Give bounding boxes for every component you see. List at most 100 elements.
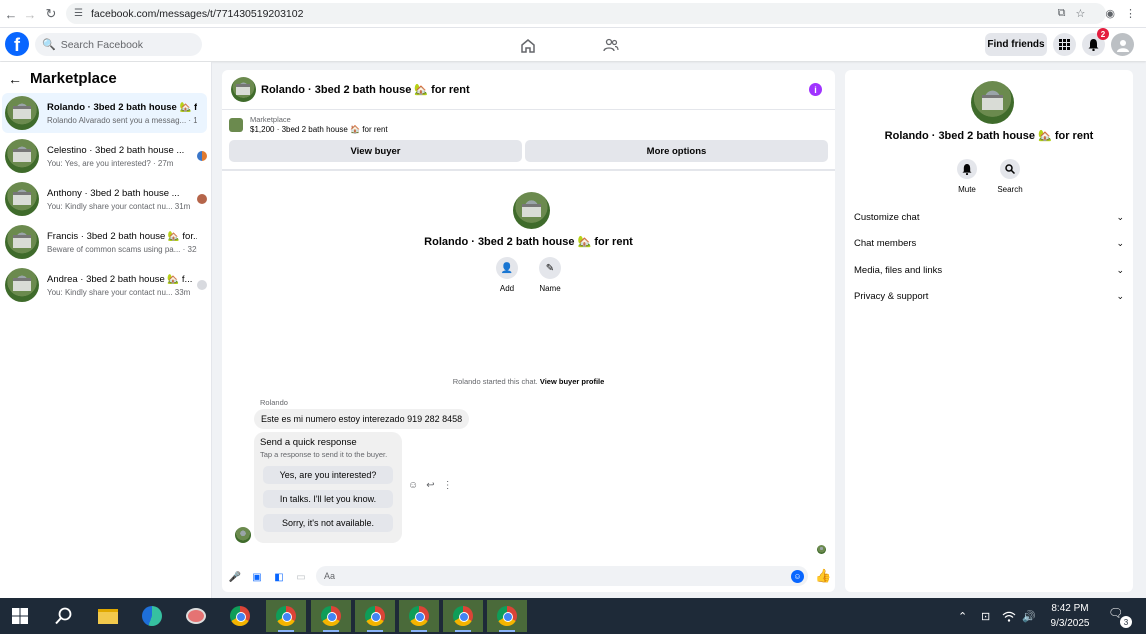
profile-icon[interactable]: ◉ bbox=[1105, 7, 1115, 20]
conversation-item[interactable]: Andrea · 3bed 2 bath house 🏡 f... You: K… bbox=[2, 265, 207, 305]
buyer-avatar-icon bbox=[197, 280, 207, 290]
edit-name-action[interactable]: ✎ Name bbox=[535, 257, 565, 293]
chat-title[interactable]: Rolando · 3bed 2 bath house 🏡 for rent bbox=[261, 83, 470, 96]
message-bubble: Este es mi numero estoy interezado 919 2… bbox=[254, 409, 470, 429]
more-dots-icon[interactable]: ⋮ bbox=[443, 480, 453, 491]
find-friends-button[interactable]: Find friends bbox=[985, 33, 1047, 56]
listing-thumbnail bbox=[5, 139, 39, 173]
logo-letter: f bbox=[14, 35, 20, 55]
windows-start-icon[interactable] bbox=[0, 600, 40, 632]
chrome-window-icon[interactable] bbox=[266, 600, 306, 632]
conversation-name: Rolando · 3bed 2 bath house 🏡 fo... bbox=[47, 101, 197, 113]
quick-response-box: Send a quick response Tap a response to … bbox=[254, 432, 402, 543]
media-files-links-section[interactable]: Media, files and links ⌄ bbox=[854, 261, 1124, 279]
buyer-avatar-icon bbox=[197, 194, 207, 204]
wifi-icon[interactable] bbox=[1002, 598, 1016, 634]
chrome-window-icon[interactable] bbox=[487, 600, 527, 632]
notification-badge: 2 bbox=[1097, 28, 1109, 40]
address-bar[interactable]: ☰ facebook.com/messages/t/77143051920310… bbox=[66, 3, 1106, 24]
chrome-window-icon[interactable] bbox=[355, 600, 395, 632]
edge-browser-icon[interactable] bbox=[132, 600, 172, 632]
chrome-window-icon[interactable] bbox=[443, 600, 483, 632]
react-smiley-icon[interactable]: ☺ bbox=[408, 480, 418, 491]
chrome-window-icon[interactable] bbox=[311, 600, 351, 632]
home-icon[interactable] bbox=[518, 35, 538, 55]
add-label: Add bbox=[499, 284, 515, 293]
chat-members-section[interactable]: Chat members ⌄ bbox=[854, 234, 1124, 252]
search-action[interactable]: Search bbox=[992, 159, 1028, 194]
quick-response-subtitle: Tap a response to send it to the buyer. bbox=[260, 450, 388, 459]
quick-response-button[interactable]: Sorry, it's not available. bbox=[263, 514, 393, 532]
snipping-tool-icon[interactable] bbox=[176, 600, 216, 632]
listing-summary[interactable]: Marketplace $1,200 · 3bed 2 bath house 🏠… bbox=[229, 115, 388, 134]
divider bbox=[222, 169, 835, 171]
privacy-support-section[interactable]: Privacy & support ⌄ bbox=[854, 287, 1124, 305]
bell-icon[interactable] bbox=[957, 159, 977, 179]
search-icon[interactable] bbox=[1000, 159, 1020, 179]
notification-count-badge: 3 bbox=[1120, 616, 1132, 628]
chevron-down-icon: ⌄ bbox=[1116, 237, 1124, 248]
conversation-snippet: You: Kindly share your contact nu... 33m bbox=[47, 287, 191, 297]
microphone-icon[interactable]: 🎤 bbox=[226, 568, 244, 586]
name-label: Name bbox=[539, 284, 561, 293]
conversation-name: Francis · 3bed 2 bath house 🏡 for... bbox=[47, 230, 197, 242]
chat-large-thumbnail bbox=[513, 192, 550, 229]
quick-response-button[interactable]: Yes, are you interested? bbox=[263, 466, 393, 484]
conversation-item[interactable]: Celestino · 3bed 2 bath house ... You: Y… bbox=[2, 136, 207, 176]
view-buyer-button[interactable]: View buyer bbox=[229, 140, 522, 162]
info-icon[interactable]: i bbox=[809, 83, 822, 96]
reload-icon[interactable]: ↻ bbox=[40, 3, 62, 25]
gif-icon[interactable]: ▭ bbox=[292, 568, 310, 586]
mute-action[interactable]: Mute bbox=[949, 159, 985, 194]
pencil-icon[interactable]: ✎ bbox=[539, 257, 561, 279]
bookmark-star-icon[interactable]: ☆ bbox=[1076, 7, 1086, 20]
chat-details-panel: Rolando · 3bed 2 bath house 🏡 for rent M… bbox=[845, 70, 1133, 592]
account-avatar[interactable] bbox=[1111, 33, 1134, 56]
volume-icon[interactable]: 🔊 bbox=[1022, 598, 1036, 634]
facebook-logo-icon[interactable]: f bbox=[5, 32, 29, 56]
marketplace-conversation-list: ← Marketplace Rolando · 3bed 2 bath hous… bbox=[0, 62, 212, 598]
photo-icon[interactable]: ▣ bbox=[248, 568, 266, 586]
conversation-snippet: You: Kindly share your contact nu... 31m bbox=[47, 201, 191, 211]
thumbs-up-icon[interactable]: 👍 bbox=[815, 568, 831, 584]
search-input[interactable] bbox=[60, 38, 191, 51]
menu-dots-icon[interactable]: ⋮ bbox=[1125, 7, 1136, 20]
message-input[interactable] bbox=[316, 566, 808, 586]
chat-thumbnail[interactable] bbox=[231, 77, 256, 102]
back-arrow-icon[interactable]: ← bbox=[8, 71, 22, 87]
view-buyer-profile-link[interactable]: View buyer profile bbox=[540, 377, 604, 386]
show-hidden-icons-chevron-icon[interactable]: ⌃ bbox=[958, 598, 967, 634]
reply-icon[interactable]: ↩ bbox=[426, 480, 434, 491]
quick-response-button[interactable]: In talks. I'll let you know. bbox=[263, 490, 393, 508]
conversation-item[interactable]: Anthony · 3bed 2 bath house ... You: Kin… bbox=[2, 179, 207, 219]
chat-profile-thumbnail bbox=[971, 81, 1014, 124]
menu-grid-icon[interactable] bbox=[1053, 33, 1076, 56]
chat-started-notice: Rolando started this chat. View buyer pr… bbox=[222, 377, 835, 386]
section-label: Customize chat bbox=[854, 211, 920, 223]
friends-icon[interactable] bbox=[601, 35, 621, 55]
chevron-down-icon: ⌄ bbox=[1116, 211, 1124, 222]
install-app-icon[interactable]: ⧉ bbox=[1058, 7, 1066, 20]
chrome-icon[interactable] bbox=[220, 600, 260, 632]
conversation-item[interactable]: Rolando · 3bed 2 bath house 🏡 fo... Rola… bbox=[2, 93, 207, 133]
meet-now-icon[interactable]: ⊡ bbox=[981, 598, 990, 634]
add-people-action[interactable]: 👤 Add bbox=[492, 257, 522, 293]
file-explorer-icon[interactable] bbox=[88, 600, 128, 632]
section-label: Chat members bbox=[854, 237, 917, 249]
site-settings-icon[interactable]: ☰ bbox=[74, 8, 83, 19]
add-person-icon[interactable]: 👤 bbox=[496, 257, 518, 279]
message-actions: ☺ ↩ ⋮ bbox=[408, 480, 453, 491]
forward-arrow-icon[interactable]: → bbox=[19, 3, 41, 25]
system-clock[interactable]: 8:42 PM 9/3/2025 bbox=[1040, 601, 1100, 631]
sticker-icon[interactable]: ◧ bbox=[270, 568, 288, 586]
chrome-window-icon[interactable] bbox=[399, 600, 439, 632]
customize-chat-section[interactable]: Customize chat ⌄ bbox=[854, 208, 1124, 226]
conversation-snippet: You: Yes, are you interested? · 27m bbox=[47, 158, 174, 168]
search-box[interactable]: 🔍 bbox=[35, 33, 202, 56]
emoji-icon[interactable]: ☺ bbox=[791, 570, 804, 583]
listing-thumbnail bbox=[5, 225, 39, 259]
more-options-button[interactable]: More options bbox=[525, 140, 828, 162]
search-icon[interactable] bbox=[44, 600, 84, 632]
sender-avatar[interactable] bbox=[235, 527, 251, 543]
conversation-item[interactable]: Francis · 3bed 2 bath house 🏡 for... Bew… bbox=[2, 222, 207, 262]
